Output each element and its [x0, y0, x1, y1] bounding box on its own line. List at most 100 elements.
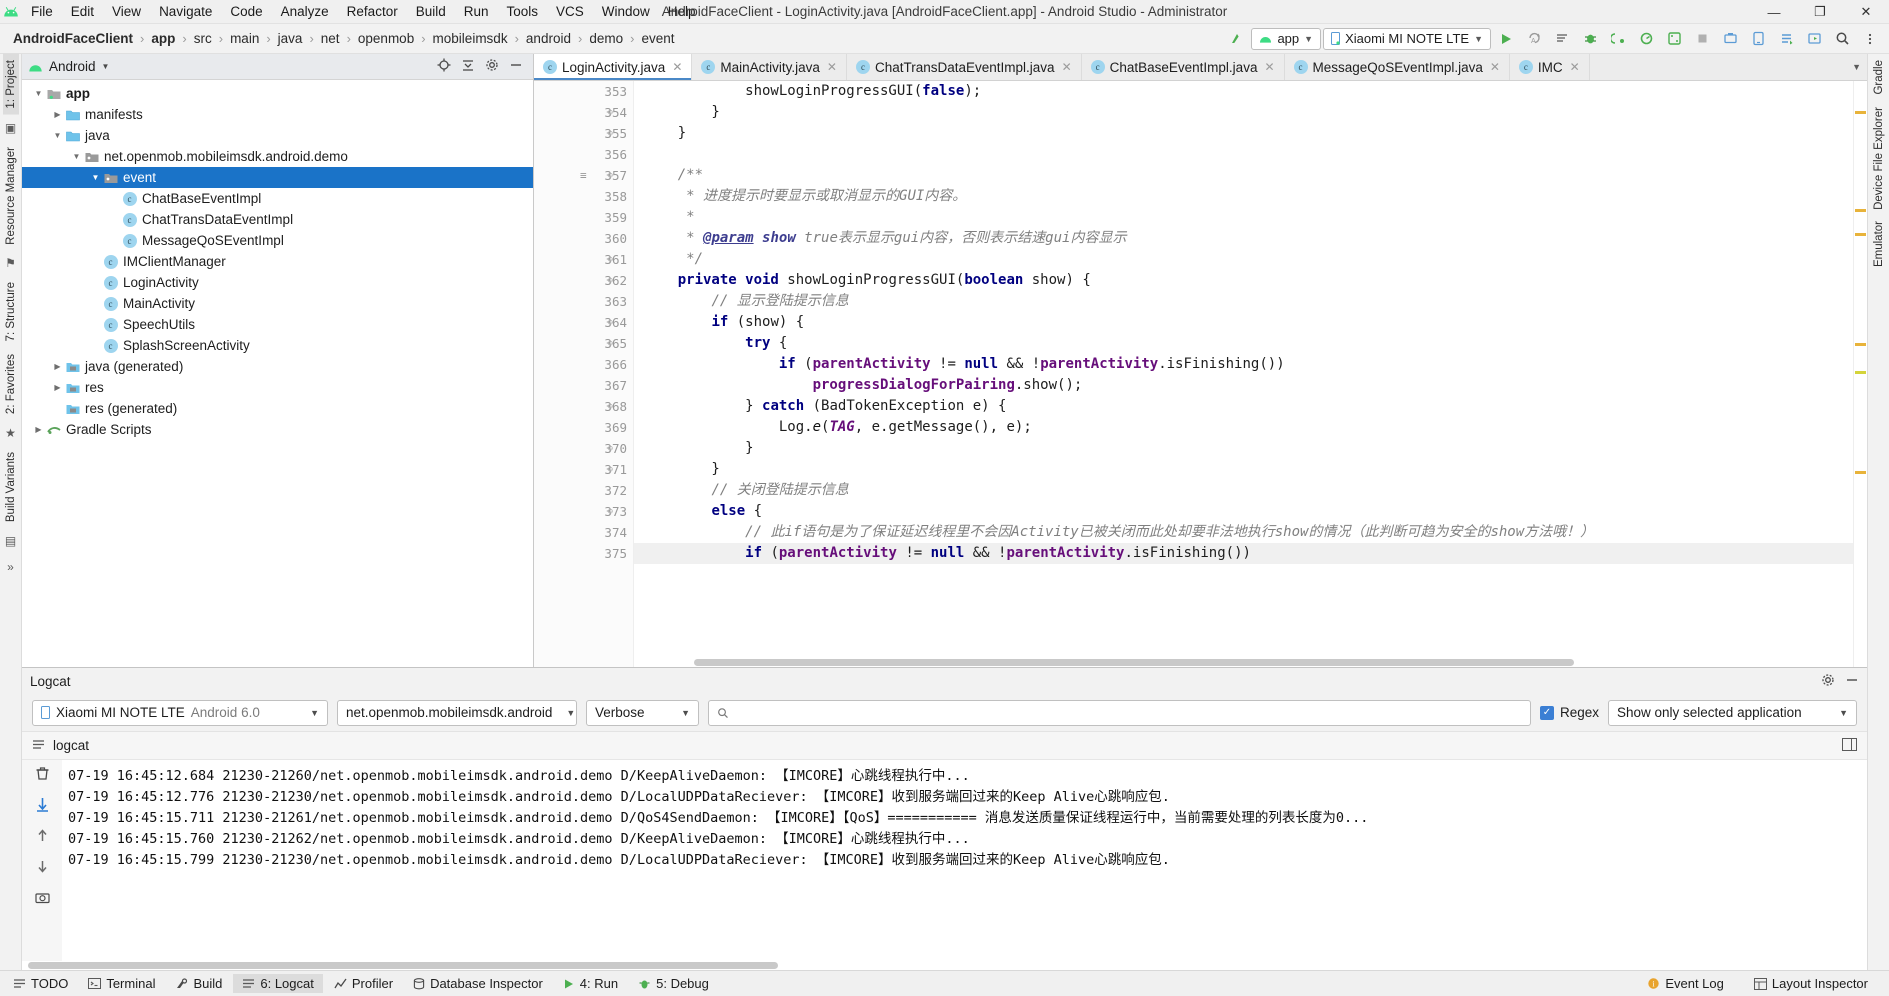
menu-build[interactable]: Build	[407, 1, 455, 23]
close-tab-icon[interactable]: ✕	[1490, 60, 1500, 74]
settings-gear-icon[interactable]	[485, 58, 499, 75]
status-build[interactable]: Build	[166, 974, 231, 993]
menu-tools[interactable]: Tools	[498, 1, 548, 23]
tree-item-java[interactable]: ▼ java	[22, 125, 533, 146]
menu-run[interactable]: Run	[455, 1, 498, 23]
warning-marker[interactable]	[1855, 233, 1866, 236]
tree-item-manifests[interactable]: ▶ manifests	[22, 104, 533, 125]
status-terminal[interactable]: Terminal	[79, 974, 164, 993]
chevron-down-icon[interactable]: ▼	[1852, 62, 1861, 72]
search-button[interactable]	[1829, 27, 1855, 51]
minimize-button[interactable]: —	[1751, 0, 1797, 24]
scroll-from-source-icon[interactable]	[437, 58, 451, 75]
fold-icon[interactable]: ⊖	[608, 318, 613, 328]
hide-panel-icon[interactable]	[509, 58, 523, 75]
breadcrumb-item-java[interactable]: java	[275, 31, 306, 46]
editor-tab-chatbaseeventimpl[interactable]: c ChatBaseEventImpl.java ✕	[1082, 54, 1285, 80]
breadcrumb-item-android[interactable]: android	[523, 31, 574, 46]
code-line[interactable]: private void showLoginProgressGUI(boolea…	[634, 270, 1853, 291]
menu-view[interactable]: View	[103, 1, 150, 23]
menu-help[interactable]: Help	[659, 1, 705, 23]
warning-marker[interactable]	[1855, 471, 1866, 474]
status-logcat[interactable]: 6: Logcat	[233, 974, 323, 993]
tree-twisty-icon[interactable]: ▼	[89, 173, 102, 182]
collapse-all-icon[interactable]	[461, 58, 475, 75]
tree-twisty-icon[interactable]: ▶	[32, 425, 45, 434]
logcat-subtab-label[interactable]: logcat	[53, 738, 89, 753]
avd-manager-button[interactable]	[1745, 27, 1771, 51]
rail-tab-build-variants[interactable]: Build Variants	[3, 446, 19, 528]
menu-navigate[interactable]: Navigate	[150, 1, 221, 23]
breadcrumb-item-openmob[interactable]: openmob	[355, 31, 417, 46]
menu-vcs[interactable]: VCS	[547, 1, 593, 23]
status-run[interactable]: 4: Run	[554, 974, 627, 993]
project-tree[interactable]: ▼ app ▶ manifests ▼ java ▼ net.openmob.mobileim…	[22, 80, 533, 667]
code-line[interactable]: Log.e(TAG, e.getMessage(), e);	[634, 417, 1853, 438]
rail-tab-emulator[interactable]: Emulator	[1871, 215, 1887, 273]
fold-icon[interactable]: ⊖	[608, 507, 613, 517]
code-line[interactable]: // 此if语句是为了保证延迟线程里不会因Activity已被关闭而此处却要非法…	[634, 522, 1853, 543]
tree-item-gradle-scripts[interactable]: ▶ Gradle Scripts	[22, 419, 533, 440]
attach-debugger-button[interactable]	[1605, 27, 1631, 51]
screenshot-icon[interactable]	[34, 890, 50, 908]
close-tab-icon[interactable]: ✕	[672, 60, 682, 74]
tree-item-chatbaseeventimpl[interactable]: c ChatBaseEventImpl	[22, 188, 533, 209]
logcat-hide-icon[interactable]	[1845, 673, 1859, 690]
editor-tab-chattransdataeventimpl[interactable]: c ChatTransDataEventImpl.java ✕	[847, 54, 1082, 80]
editor-tab-messageqoseventimpl[interactable]: c MessageQoSEventImpl.java ✕	[1285, 54, 1510, 80]
tree-item-java-generated[interactable]: ▶ java (generated)	[22, 356, 533, 377]
code-line[interactable]: /**	[634, 165, 1853, 186]
logcat-regex-toggle[interactable]: ✓ Regex	[1539, 705, 1599, 720]
tree-item-app[interactable]: ▼ app	[22, 83, 533, 104]
device-manager-button[interactable]	[1661, 27, 1687, 51]
close-tab-icon[interactable]: ✕	[827, 60, 837, 74]
close-tab-icon[interactable]: ✕	[1264, 60, 1274, 74]
tree-item-res[interactable]: ▶ res	[22, 377, 533, 398]
tree-item-event[interactable]: ▼ event	[22, 167, 533, 188]
scrollbar-thumb[interactable]	[28, 962, 778, 969]
code-line[interactable]: // 显示登陆提示信息	[634, 291, 1853, 312]
logcat-line[interactable]: 07-19 16:45:15.760 21230-21262/net.openm…	[68, 829, 1867, 850]
tree-item-imclientmanager[interactable]: c IMClientManager	[22, 251, 533, 272]
breadcrumb-item-main[interactable]: main	[227, 31, 262, 46]
regex-checkbox[interactable]: ✓	[1539, 705, 1554, 720]
apply-changes-button[interactable]: A	[1521, 27, 1547, 51]
tree-item-loginactivity[interactable]: c LoginActivity	[22, 272, 533, 293]
rail-tab-device-file-explorer[interactable]: Device File Explorer	[1871, 101, 1887, 216]
tree-item-speechutils[interactable]: c SpeechUtils	[22, 314, 533, 335]
project-structure-icon[interactable]: ▣	[5, 121, 16, 135]
logcat-level-selector[interactable]: Verbose ▼	[586, 699, 699, 726]
more-toolbar-icon[interactable]	[1857, 27, 1883, 51]
line-number-gutter[interactable]: 353 ⊖ 354 ⊖ 355 356 ≡ ⊖ 357 358 359 360 ⊖ 361 ⊖ 362 363 ⊖…	[534, 81, 634, 667]
fold-icon[interactable]: ⊖	[608, 465, 613, 475]
status-event-log[interactable]: i Event Log	[1638, 974, 1733, 993]
code-line[interactable]: * @param show true表示显示gui内容，否则表示结速gui内容显…	[634, 228, 1853, 249]
code-line[interactable]: showLoginProgressGUI(false);	[634, 81, 1853, 102]
error-marker-bar[interactable]	[1853, 81, 1867, 667]
scroll-to-end-icon[interactable]	[35, 797, 50, 815]
fold-icon[interactable]: ⊖	[608, 339, 613, 349]
close-button[interactable]: ✕	[1843, 0, 1889, 24]
expand-rail-icon[interactable]: »	[7, 560, 14, 574]
tree-twisty-icon[interactable]: ▼	[32, 89, 45, 98]
code-line[interactable]: }	[634, 438, 1853, 459]
rail-tab-gradle[interactable]: Gradle	[1871, 54, 1887, 101]
tree-twisty-icon[interactable]: ▶	[51, 383, 64, 392]
warning-marker[interactable]	[1855, 111, 1866, 114]
warning-marker[interactable]	[1855, 209, 1866, 212]
fold-icon[interactable]: ⊖	[608, 129, 613, 139]
logcat-line[interactable]: 07-19 16:45:12.776 21230-21230/net.openm…	[68, 787, 1867, 808]
clear-logcat-icon[interactable]	[35, 766, 50, 784]
code-text[interactable]: showLoginProgressGUI(false); } } /** * 进…	[634, 81, 1853, 667]
layers-icon[interactable]: ▤	[5, 534, 16, 548]
menu-refactor[interactable]: Refactor	[338, 1, 407, 23]
menu-file[interactable]: File	[22, 1, 62, 23]
code-line[interactable]: } catch (BadTokenException e) {	[634, 396, 1853, 417]
maximize-button[interactable]: ❐	[1797, 0, 1843, 24]
tree-item-net-openmob-mobileimsdk-android-demo[interactable]: ▼ net.openmob.mobileimsdk.android.demo	[22, 146, 533, 167]
breadcrumb-item-demo[interactable]: demo	[586, 31, 626, 46]
logcat-search-box[interactable]	[708, 699, 1531, 726]
star-icon[interactable]: ★	[5, 426, 16, 440]
breadcrumb-item-src[interactable]: src	[191, 31, 215, 46]
tree-twisty-icon[interactable]: ▼	[70, 152, 83, 161]
